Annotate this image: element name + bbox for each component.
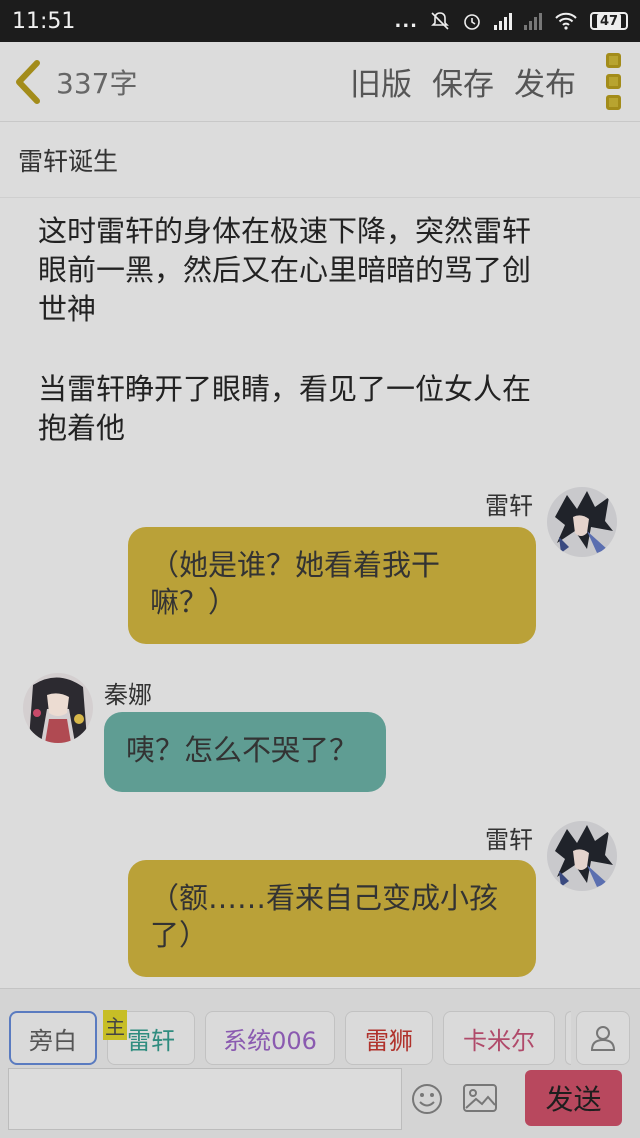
role-kamier[interactable]: 卡米尔: [443, 1011, 555, 1065]
send-button[interactable]: 发送: [525, 1070, 622, 1126]
avatar[interactable]: [23, 673, 93, 743]
chapter-title[interactable]: 雷轩诞生: [0, 122, 640, 198]
chat-bubble-left[interactable]: 咦？怎么不哭了？: [104, 712, 386, 792]
wifi-icon: [555, 12, 577, 30]
avatar-leixuan-image: [547, 821, 617, 891]
role-overflow[interactable]: [565, 1011, 571, 1065]
alarm-icon: [464, 14, 480, 30]
user-icon: [590, 1026, 616, 1051]
bubble-line: （她是谁？她看着我干: [150, 548, 441, 582]
chat-bubble-right[interactable]: （她是谁？她看着我干 嘛？）: [128, 527, 536, 644]
role-label: 旁白: [29, 1026, 77, 1055]
avatar[interactable]: [547, 821, 617, 891]
role-narrator[interactable]: 旁白: [9, 1011, 97, 1065]
role-label: 雷狮: [365, 1026, 413, 1055]
role-label: 雷轩: [127, 1026, 175, 1055]
more-menu-icon[interactable]: [606, 53, 626, 110]
role-label: 系统006: [223, 1026, 317, 1055]
editor-header: 337字 旧版 保存 发布: [0, 42, 640, 122]
narration-line: 抱着他: [38, 411, 126, 445]
role-system006[interactable]: 系统006: [205, 1011, 335, 1065]
chevron-left-icon: [16, 59, 40, 104]
status-bar: 11:51 ... 47: [0, 0, 640, 42]
save-button[interactable]: 保存: [432, 59, 494, 104]
bubble-line: （额……看来自己变成小孩: [150, 881, 499, 915]
mute-icon: [431, 12, 449, 30]
bubble-line: 嘛？）: [150, 585, 238, 619]
speaker-name: 雷轩: [485, 492, 533, 520]
role-label: 卡米尔: [463, 1026, 535, 1055]
chat-bubble-right[interactable]: （额……看来自己变成小孩 了）: [128, 860, 536, 977]
narration-line: 世神: [38, 292, 97, 326]
story-content: 这时雷轩的身体在极速下降，突然雷轩 眼前一黑，然后又在心里暗暗的骂了创 世神 当…: [0, 198, 640, 988]
battery-level: 47: [596, 13, 622, 29]
signal-weak-icon: [524, 12, 542, 30]
speaker-name: 秦娜: [104, 681, 152, 709]
emoji-icon[interactable]: [410, 1082, 444, 1116]
narration-line: 当雷轩睁开了眼睛，看见了一位女人在: [38, 372, 532, 406]
bubble-line: 咦？怎么不哭了？: [126, 733, 359, 767]
role-manager-button[interactable]: [576, 1011, 630, 1065]
narration-block[interactable]: 当雷轩睁开了眼睛，看见了一位女人在 抱着他: [38, 370, 598, 448]
message-input[interactable]: [8, 1068, 402, 1130]
avatar[interactable]: [547, 487, 617, 557]
battery-icon: 47: [590, 12, 628, 30]
speaker-name: 雷轩: [485, 826, 533, 854]
image-icon[interactable]: [462, 1082, 498, 1114]
narration-line: 眼前一黑，然后又在心里暗暗的骂了创: [38, 253, 532, 287]
avatar-leixuan-image: [547, 487, 617, 557]
role-leishi[interactable]: 雷狮: [345, 1011, 433, 1065]
narration-line: 这时雷轩的身体在极速下降，突然雷轩: [38, 214, 532, 248]
more-notifications-icon: ...: [394, 10, 418, 32]
back-button[interactable]: [0, 42, 56, 122]
bubble-line: 了）: [150, 918, 209, 952]
narration-block[interactable]: 这时雷轩的身体在极速下降，突然雷轩 眼前一黑，然后又在心里暗暗的骂了创 世神: [38, 212, 598, 329]
word-count: 337字: [56, 66, 138, 100]
main-character-tag: 主: [103, 1010, 127, 1040]
avatar-qinna-image: [23, 673, 93, 743]
signal-icon: [494, 12, 512, 30]
old-version-button[interactable]: 旧版: [350, 59, 412, 104]
input-bar: 发送: [0, 1068, 640, 1138]
role-selector-bar: 旁白 雷轩 系统006 雷狮 卡米尔: [0, 988, 640, 1068]
status-time: 11:51: [12, 8, 76, 34]
publish-button[interactable]: 发布: [514, 59, 576, 104]
